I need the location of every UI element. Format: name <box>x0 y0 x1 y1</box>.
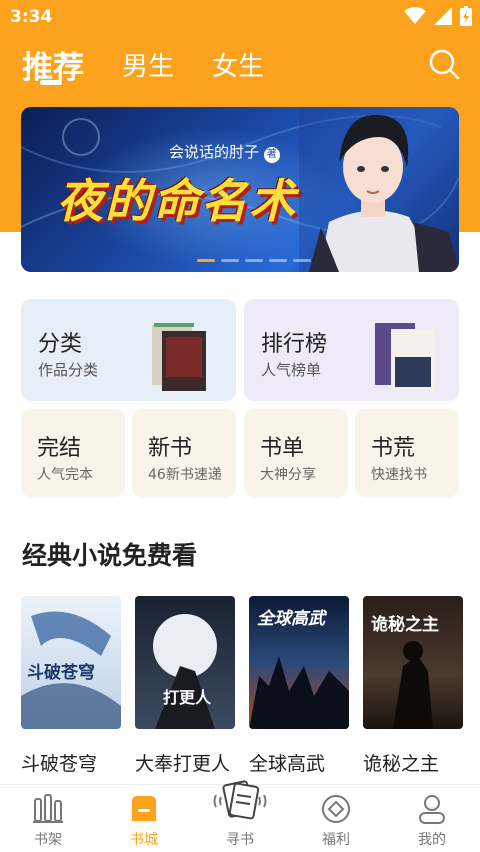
banner-dot[interactable] <box>245 259 263 262</box>
books-stack-icon <box>152 323 206 391</box>
status-bar: 3:34 <box>0 0 480 36</box>
banner-character-illustration <box>299 107 459 272</box>
category-card[interactable]: 分类 作品分类 <box>21 299 236 401</box>
search-icon[interactable] <box>428 48 460 80</box>
category-card-sub: 作品分类 <box>38 361 99 379</box>
banner-author-name: 会说话的肘子 <box>169 143 260 161</box>
book-cover-art <box>153 614 217 729</box>
status-time: 3:34 <box>10 7 53 27</box>
signal-icon <box>434 7 452 25</box>
books-stack-icon <box>375 323 435 391</box>
nav-bookstore[interactable]: 书城 <box>96 785 192 852</box>
promo-banner[interactable]: 会说话的肘子 著 夜的命名术 <box>21 107 459 272</box>
banner-dot[interactable] <box>221 259 239 262</box>
nav-label: 我的 <box>418 832 446 848</box>
banner-pagination <box>197 259 311 262</box>
book-title: 全球高武 <box>249 753 326 775</box>
small-card-title: 新书 <box>148 436 193 461</box>
book-cover-title: 打更人 <box>163 688 212 707</box>
ranking-card-sub: 人气榜单 <box>261 361 322 379</box>
book-title: 诡秘之主 <box>363 753 440 775</box>
nav-bookshelf[interactable]: 书架 <box>0 785 96 852</box>
active-tab-indicator <box>40 80 62 85</box>
book-cover-title: 斗破苍穹 <box>27 663 95 683</box>
nav-find-book[interactable]: 寻书 <box>192 780 288 852</box>
bookshelf-icon <box>33 794 63 823</box>
small-card-find-books[interactable]: 书荒 快速找书 <box>355 409 459 497</box>
battery-icon <box>460 6 472 26</box>
small-card-sub: 快速找书 <box>371 467 427 483</box>
book-item[interactable]: 打更人 大奉打更人 <box>135 596 237 776</box>
book-cover-title: 全球高武 <box>257 609 325 629</box>
small-card-sub: 大神分享 <box>260 467 316 483</box>
section-title: 经典小说免费看 <box>22 541 198 570</box>
ranking-card-title: 排行榜 <box>261 332 328 357</box>
nav-label: 福利 <box>322 832 350 848</box>
banner-dot[interactable] <box>197 259 215 262</box>
small-card-title: 书单 <box>260 436 305 461</box>
small-card-completed[interactable]: 完结 人气完本 <box>21 409 125 497</box>
book-item[interactable]: 全球高武 全球高武 <box>249 596 351 776</box>
book-title: 大奉打更人 <box>135 753 231 775</box>
nav-label: 书架 <box>34 832 62 848</box>
nav-profile[interactable]: 我的 <box>384 785 480 852</box>
profile-icon <box>419 795 445 824</box>
banner-dot[interactable] <box>293 259 311 262</box>
status-icons <box>404 6 472 26</box>
book-title: 斗破苍穹 <box>21 753 98 775</box>
book-cover-title: 诡秘之主 <box>371 615 439 635</box>
wifi-icon <box>404 7 426 24</box>
tab-male[interactable]: 男生 <box>122 46 174 83</box>
book-cover[interactable]: 全球高武 <box>249 596 349 729</box>
top-tabs: 推荐 男生 女生 <box>0 40 480 90</box>
book-cover[interactable]: 斗破苍穹 <box>21 596 121 729</box>
banner-dot[interactable] <box>269 259 287 262</box>
banner-author-badge: 著 <box>263 147 280 163</box>
banner-author: 会说话的肘子 著 <box>169 141 280 163</box>
book-item[interactable]: 斗破苍穹 斗破苍穹 <box>21 596 123 776</box>
welfare-icon <box>322 795 350 823</box>
bottom-nav: 书架 书城 寻书 福利 我的 <box>0 780 480 852</box>
small-card-title: 完结 <box>37 436 82 461</box>
category-card-title: 分类 <box>38 332 83 357</box>
small-card-sub: 人气完本 <box>37 467 93 483</box>
small-card-title: 书荒 <box>371 436 416 461</box>
book-cover[interactable]: 打更人 <box>135 596 235 729</box>
nav-welfare[interactable]: 福利 <box>288 785 384 852</box>
ranking-card[interactable]: 排行榜 人气榜单 <box>244 299 459 401</box>
find-book-icon <box>213 780 267 820</box>
nav-label: 寻书 <box>226 832 254 848</box>
small-card-sub: 46新书速递 <box>148 467 222 483</box>
book-item[interactable]: 诡秘之主 诡秘之主 <box>363 596 465 776</box>
banner-title: 夜的命名术 <box>57 174 297 228</box>
bookstore-icon <box>132 796 156 821</box>
small-card-booklist[interactable]: 书单 大神分享 <box>244 409 348 497</box>
nav-label: 书城 <box>130 832 158 848</box>
book-cover[interactable]: 诡秘之主 <box>363 596 463 729</box>
small-card-new-books[interactable]: 新书 46新书速递 <box>132 409 236 497</box>
tab-female[interactable]: 女生 <box>212 46 264 83</box>
